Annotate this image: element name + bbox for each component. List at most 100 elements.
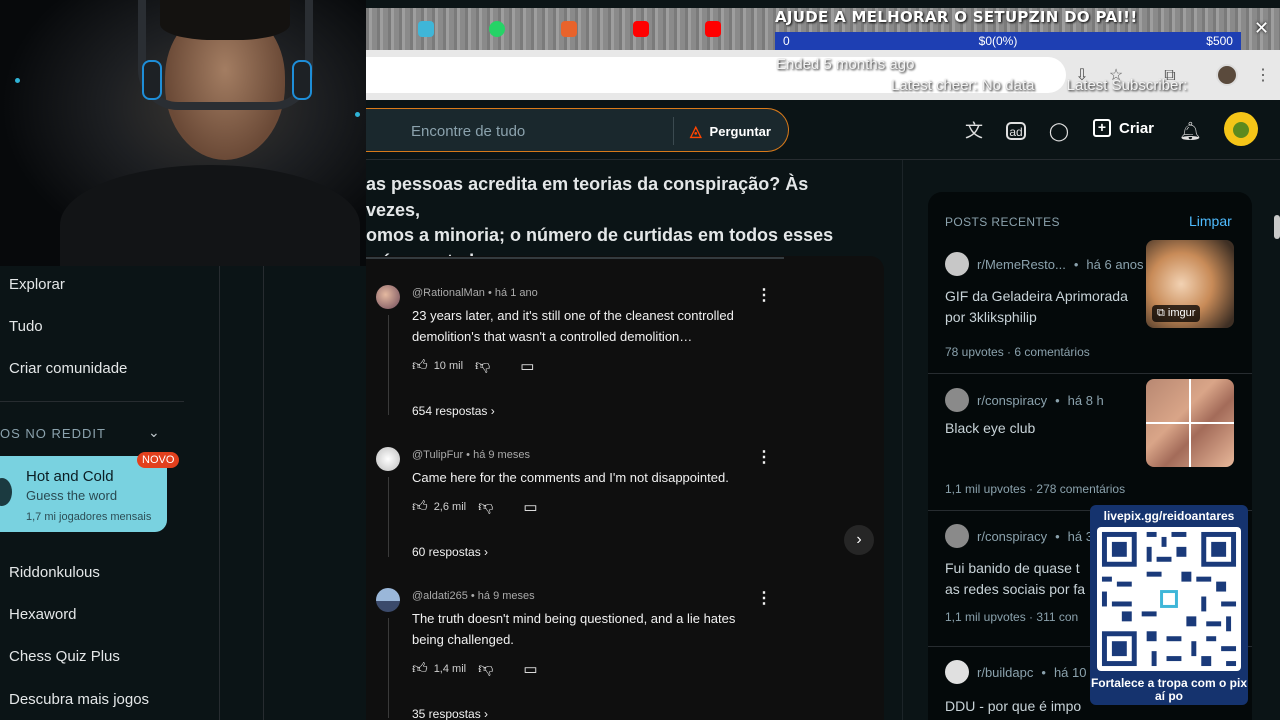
close-icon[interactable]: ✕ <box>1254 18 1269 39</box>
tab-favicon-icon[interactable] <box>561 21 577 37</box>
recent-post[interactable]: r/MemeResto... • há 6 anos GIF da Gelade… <box>928 240 1252 372</box>
whatsapp-tab-icon[interactable] <box>489 21 505 37</box>
subreddit-name[interactable]: r/buildapc <box>977 665 1033 680</box>
like-count: 10 mil <box>433 360 464 372</box>
subreddit-name[interactable]: r/MemeResto... <box>977 257 1066 272</box>
page-scrollbar[interactable] <box>1274 215 1280 239</box>
post-age: há 6 anos <box>1086 256 1144 272</box>
latest-events: Latest cheer: No data Latest Subscriber: <box>891 77 1216 94</box>
youtube-tab-icon[interactable] <box>633 21 649 37</box>
search-input[interactable]: Encontre de tudo <box>411 123 525 140</box>
post-thumbnail[interactable] <box>1146 379 1234 467</box>
sidebar-item-criar-comunidade[interactable]: Criar comunidade <box>9 360 127 377</box>
recent-post-title[interactable]: Fui banido de quase t as redes sociais p… <box>945 558 1095 600</box>
comment-actions: 👍︎ 2,6 mil 👎︎ ▭ <box>412 498 538 516</box>
screen: ⇩ ☆ ⧉ ⋮ AJUDE A MELHORAR O SETUPZIN DO P… <box>0 0 1280 720</box>
reddit-answers-icon: ◬ <box>690 123 702 140</box>
like-icon[interactable]: 👍︎ <box>412 660 428 678</box>
comment-age: há 1 ano <box>494 287 538 299</box>
imgur-label: ⧉ imgur <box>1152 305 1201 322</box>
comment: @TulipFur • há 9 meses Came here for the… <box>376 447 796 587</box>
latest-cheer: Latest cheer: No data <box>891 77 1035 94</box>
sidebar-game-hexaword[interactable]: Hexaword <box>9 606 77 623</box>
post-age: há 10 r <box>1053 664 1095 680</box>
youtube-tab-icon[interactable] <box>705 21 721 37</box>
user-avatar[interactable] <box>1224 112 1258 146</box>
sidebar-more-games[interactable]: Descubra mais jogos <box>9 691 149 708</box>
more-options-icon[interactable]: ⋮ <box>756 447 772 467</box>
post-title-line: omos a minoria; o número de curtidas em … <box>366 225 834 245</box>
subreddit-name[interactable]: r/conspiracy <box>977 529 1047 544</box>
recent-post-stats: 1,1 mil upvotes · 278 comentários <box>945 482 1126 496</box>
advertise-icon[interactable]: ad <box>1006 122 1026 140</box>
carousel-next-button[interactable]: › <box>844 525 874 555</box>
recent-post-title[interactable]: Black eye club <box>945 418 1145 439</box>
comment-meta: @RationalMan • há 1 ano <box>412 287 538 299</box>
comment-text: Came here for the comments and I'm not d… <box>412 470 729 485</box>
chat-icon[interactable]: ◯ <box>1048 120 1070 142</box>
clear-recent-button[interactable]: Limpar <box>1189 213 1232 229</box>
dislike-icon[interactable]: 👎︎ <box>478 660 493 678</box>
comment-avatar[interactable] <box>376 285 400 309</box>
goal-target: $500 <box>1206 34 1233 48</box>
replies-toggle[interactable]: 35 respostas › <box>412 707 488 720</box>
dislike-icon[interactable]: 👎︎ <box>478 498 493 516</box>
recent-post-title[interactable]: DDU - por que é impo <box>945 696 1105 717</box>
reply-icon[interactable]: ▭ <box>523 498 537 516</box>
like-icon[interactable]: 👍︎ <box>412 357 428 375</box>
recent-post[interactable]: r/conspiracy • há 8 h Black eye club 1,1… <box>928 379 1252 508</box>
goal-ended-text: Ended 5 months ago <box>776 56 915 73</box>
reply-icon[interactable]: ▭ <box>520 357 534 375</box>
like-count: 2,6 mil <box>433 501 467 513</box>
comment-avatar[interactable] <box>376 447 400 471</box>
donation-progress-bar: 0 $0(0%) $500 <box>775 32 1241 50</box>
comment-avatar[interactable] <box>376 588 400 612</box>
notifications-bell-icon[interactable]: 🔔︎ <box>1179 120 1202 142</box>
comment-text: 23 years later, and it's still one of th… <box>412 308 734 344</box>
donation-title: AJUDE A MELHORAR O SETUPZIN DO PAI!! <box>775 8 1138 26</box>
post-thumbnail[interactable]: ⧉ imgur <box>1146 240 1234 328</box>
comment-author[interactable]: @aldati265 <box>412 590 468 602</box>
like-count: 1,4 mil <box>433 663 467 675</box>
subreddit-icon <box>945 388 969 412</box>
more-options-icon[interactable]: ⋮ <box>756 285 772 305</box>
comment-author[interactable]: @TulipFur <box>412 449 463 461</box>
chevron-down-icon[interactable]: ⌄ <box>148 424 160 441</box>
sidebar-section-games[interactable]: OS NO REDDIT <box>0 426 106 441</box>
qr-caption: Fortalece a tropa com o pix aí po <box>1090 676 1248 703</box>
ask-label: Perguntar <box>709 123 771 139</box>
sidebar-game-chess-quiz-plus[interactable]: Chess Quiz Plus <box>9 648 120 665</box>
featured-game-card[interactable]: Hot and Cold Guess the word 1,7 mi jogad… <box>0 452 180 532</box>
more-options-icon[interactable]: ⋮ <box>756 588 772 608</box>
create-button[interactable]: + Criar <box>1093 119 1154 137</box>
tab-favicon-icon[interactable] <box>418 21 434 37</box>
donation-goal-widget: AJUDE A MELHORAR O SETUPZIN DO PAI!! 0 $… <box>775 8 1245 50</box>
plus-icon: + <box>1093 119 1111 137</box>
recent-post-meta: r/MemeResto... • há 6 anos <box>945 252 1144 276</box>
sidebar-item-explorar[interactable]: Explorar <box>9 276 65 293</box>
recent-post-title[interactable]: GIF da Geladeira Aprimorada por 3kliksph… <box>945 286 1145 328</box>
dislike-icon[interactable]: 👎︎ <box>475 357 490 375</box>
comment-author[interactable]: @RationalMan <box>412 287 485 299</box>
subreddit-name[interactable]: r/conspiracy <box>977 393 1047 408</box>
game-subtitle: Guess the word <box>26 488 118 503</box>
ask-button[interactable]: ◬ Perguntar <box>690 122 771 140</box>
translate-icon[interactable]: 文 <box>963 120 985 142</box>
search-bar[interactable]: Encontre de tudo ◬ Perguntar <box>366 108 789 152</box>
create-label: Criar <box>1119 119 1155 137</box>
qr-url: livepix.gg/reidoantares <box>1103 509 1235 523</box>
replies-toggle[interactable]: 654 respostas › <box>412 404 495 418</box>
sidebar-game-riddonkulous[interactable]: Riddonkulous <box>9 564 100 581</box>
qr-code <box>1097 527 1241 671</box>
browser-profile-avatar[interactable] <box>1216 64 1238 86</box>
reply-icon[interactable]: ▭ <box>523 660 537 678</box>
like-icon[interactable]: 👍︎ <box>412 498 428 516</box>
replies-toggle[interactable]: 60 respostas › <box>412 545 488 559</box>
goal-progress: $0(0%) <box>978 34 1018 48</box>
sidebar-item-tudo[interactable]: Tudo <box>9 318 43 335</box>
recent-post-meta: r/conspiracy • há 8 h <box>945 388 1104 412</box>
recent-posts-heading: POSTS RECENTES <box>945 215 1060 229</box>
comment-age: há 9 meses <box>473 449 530 461</box>
webcam-overlay <box>0 0 366 266</box>
browser-menu-icon[interactable]: ⋮ <box>1252 65 1274 87</box>
